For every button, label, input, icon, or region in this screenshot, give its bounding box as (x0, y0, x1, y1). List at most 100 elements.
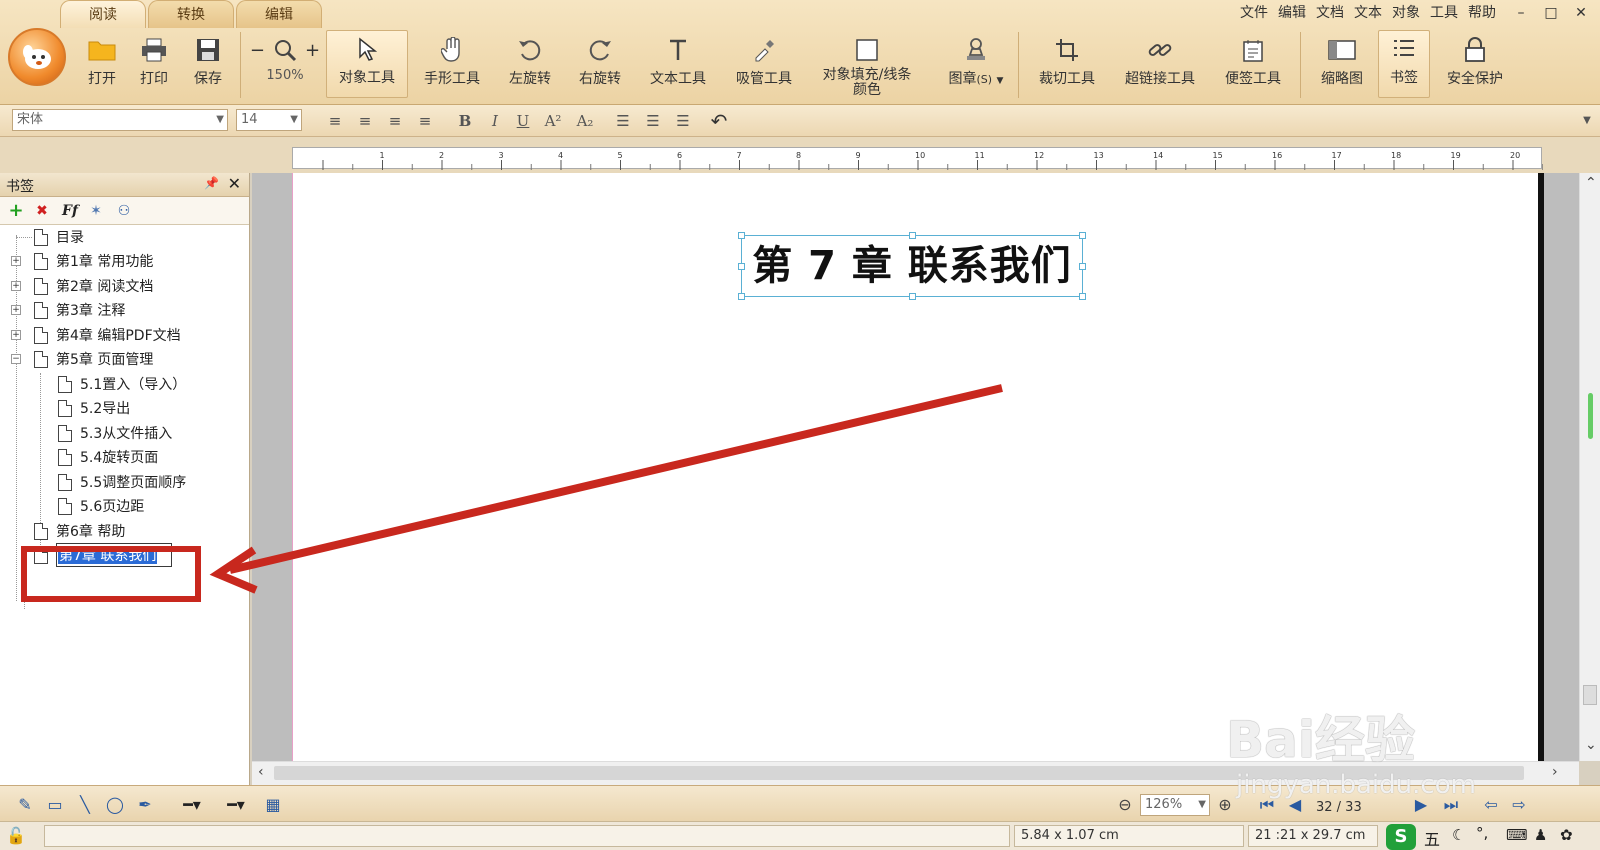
ellipse-icon[interactable]: ◯ (104, 794, 126, 816)
collapse-icon[interactable]: − (11, 354, 21, 364)
rectangle-icon[interactable]: ▭ (44, 794, 66, 816)
ime-mode[interactable]: 五 (1424, 826, 1440, 850)
menu-text[interactable]: 文本 (1354, 2, 1382, 22)
underline-icon[interactable]: U (512, 110, 534, 132)
font-family-select[interactable]: 宋体 ▼ (12, 109, 228, 131)
bookmark-item[interactable]: 5.2导出 (58, 396, 130, 420)
align-center-icon[interactable]: ≡ (354, 110, 376, 132)
select-region-icon[interactable]: ▦ (262, 794, 284, 816)
align-justify-icon[interactable]: ≡ (414, 110, 436, 132)
rotate-right-button[interactable]: 右旋转 (574, 32, 626, 88)
security-button[interactable]: 安全保护 (1440, 32, 1510, 88)
delete-bookmark-icon[interactable]: ✖ (32, 201, 52, 221)
scroll-thumb[interactable] (1588, 393, 1593, 439)
crop-tool-button[interactable]: 裁切工具 (1032, 32, 1102, 88)
note-tool-button[interactable]: 便签工具 (1218, 32, 1288, 88)
bold-icon[interactable]: B (454, 110, 476, 132)
forward-icon[interactable]: ⇨ (1508, 794, 1530, 816)
close-button[interactable]: ✕ (1568, 2, 1594, 24)
italic-icon[interactable]: I (484, 110, 506, 132)
app-logo[interactable] (8, 28, 66, 86)
menu-edit[interactable]: 编辑 (1278, 2, 1306, 22)
resize-handle[interactable] (738, 293, 745, 300)
bookmark-item[interactable]: 5.1置入（导入） (58, 372, 186, 396)
pdf-page[interactable]: 第 7 章 联系我们 (292, 173, 1538, 761)
bookmark-item[interactable]: 5.5调整页面顺序 (58, 470, 186, 494)
zoom-out-icon[interactable]: ⊖ (1114, 794, 1136, 816)
fill-color-button[interactable]: 对象填充/线条 颜色 (814, 32, 920, 98)
expand-icon[interactable]: + (11, 330, 21, 340)
font-size-select[interactable]: 14 ▼ (236, 109, 302, 131)
align-right-icon[interactable]: ≡ (384, 110, 406, 132)
pin-icon[interactable]: 📌 (204, 176, 219, 190)
menu-file[interactable]: 文件 (1240, 2, 1268, 22)
scroll-up-icon[interactable]: ⌃ (1585, 175, 1597, 191)
subscript-icon[interactable]: A₂ (574, 110, 596, 132)
magic-wand-icon[interactable]: ✶ (86, 201, 106, 221)
bookmark-item[interactable]: 目录 (34, 225, 84, 249)
print-button[interactable]: 打印 (134, 32, 174, 88)
back-icon[interactable]: ⇦ (1480, 794, 1502, 816)
save-button[interactable]: 保存 (188, 32, 228, 88)
menu-object[interactable]: 对象 (1392, 2, 1420, 22)
pencil-icon[interactable]: ✎ (14, 794, 36, 816)
moon-icon[interactable]: ☾ (1452, 826, 1465, 844)
zoom-out-button[interactable]: − (250, 40, 265, 61)
resize-handle[interactable] (1079, 293, 1086, 300)
undo-icon[interactable]: ↶ (708, 110, 730, 132)
align-left-icon[interactable]: ≡ (324, 110, 346, 132)
bookmark-item[interactable]: 5.6页边距 (58, 494, 144, 518)
resize-handle[interactable] (909, 232, 916, 239)
vertical-scrollbar[interactable]: ⌃ ⌄ (1579, 173, 1600, 761)
bookmark-rename-input[interactable]: 第7章 联系我们 (56, 543, 173, 567)
maximize-button[interactable]: □ (1538, 2, 1564, 24)
line-width-select[interactable]: ━▾ (174, 794, 210, 816)
minimize-button[interactable]: – (1508, 2, 1534, 24)
tab-convert[interactable]: 转换 (148, 0, 234, 28)
expand-icon[interactable]: + (11, 256, 21, 266)
stamp-dropdown-icon[interactable]: ▼ (997, 76, 1004, 86)
selection-box[interactable] (738, 232, 1086, 300)
punctuation-icon[interactable]: °, (1476, 824, 1488, 842)
bookmark-item[interactable]: 第5章 页面管理 (34, 347, 153, 371)
scroll-left-icon[interactable]: ‹ (258, 764, 264, 780)
menu-tools[interactable]: 工具 (1430, 2, 1458, 22)
hand-tool-button[interactable]: 手形工具 (418, 32, 486, 88)
stamp-button[interactable]: 图章(S) ▼ (938, 32, 1014, 88)
line-spacing-2-icon[interactable]: ☰ (642, 110, 664, 132)
dropper-tool-button[interactable]: 吸管工具 (730, 32, 798, 88)
line-style-select[interactable]: ━▾ (218, 794, 254, 816)
zoom-in-button[interactable]: + (305, 40, 320, 61)
thumbnail-button[interactable]: 缩略图 (1312, 32, 1372, 88)
bookmark-item[interactable]: 第4章 编辑PDF文档 (34, 323, 181, 347)
superscript-icon[interactable]: A² (542, 110, 564, 132)
bookmark-item[interactable]: 5.3从文件插入 (58, 421, 172, 445)
bookmark-item-editing[interactable]: 第7章 联系我们 (34, 543, 173, 567)
document-view[interactable]: 第 7 章 联系我们 (252, 173, 1579, 761)
expand-icon[interactable]: + (11, 305, 21, 315)
scroll-marker[interactable] (1583, 685, 1597, 705)
hyperlink-tool-button[interactable]: 超链接工具 (1118, 32, 1202, 88)
line-spacing-1-icon[interactable]: ☰ (612, 110, 634, 132)
binoculars-icon[interactable]: ⚇ (114, 201, 134, 221)
add-bookmark-icon[interactable]: + (6, 201, 26, 221)
expand-icon[interactable]: + (11, 281, 21, 291)
resize-handle[interactable] (1079, 232, 1086, 239)
bookmark-button[interactable]: 书签 (1378, 30, 1430, 98)
menu-document[interactable]: 文档 (1316, 2, 1344, 22)
toolbar-more-icon[interactable]: ▼ (1576, 110, 1598, 132)
resize-handle[interactable] (738, 263, 745, 270)
resize-handle[interactable] (909, 293, 916, 300)
open-button[interactable]: 打开 (82, 32, 122, 88)
zoom-select[interactable]: 126% ▼ (1140, 794, 1210, 816)
resize-handle[interactable] (738, 232, 745, 239)
close-panel-icon[interactable]: ✕ (228, 174, 241, 193)
menu-help[interactable]: 帮助 (1468, 2, 1496, 22)
scroll-down-icon[interactable]: ⌄ (1585, 737, 1597, 753)
resize-handle[interactable] (1079, 263, 1086, 270)
settings-icon[interactable]: ✿ (1560, 826, 1573, 844)
ime-logo-icon[interactable]: S (1386, 824, 1416, 850)
scroll-right-icon[interactable]: › (1552, 764, 1558, 780)
line-spacing-3-icon[interactable]: ☰ (672, 110, 694, 132)
rotate-left-button[interactable]: 左旋转 (504, 32, 556, 88)
